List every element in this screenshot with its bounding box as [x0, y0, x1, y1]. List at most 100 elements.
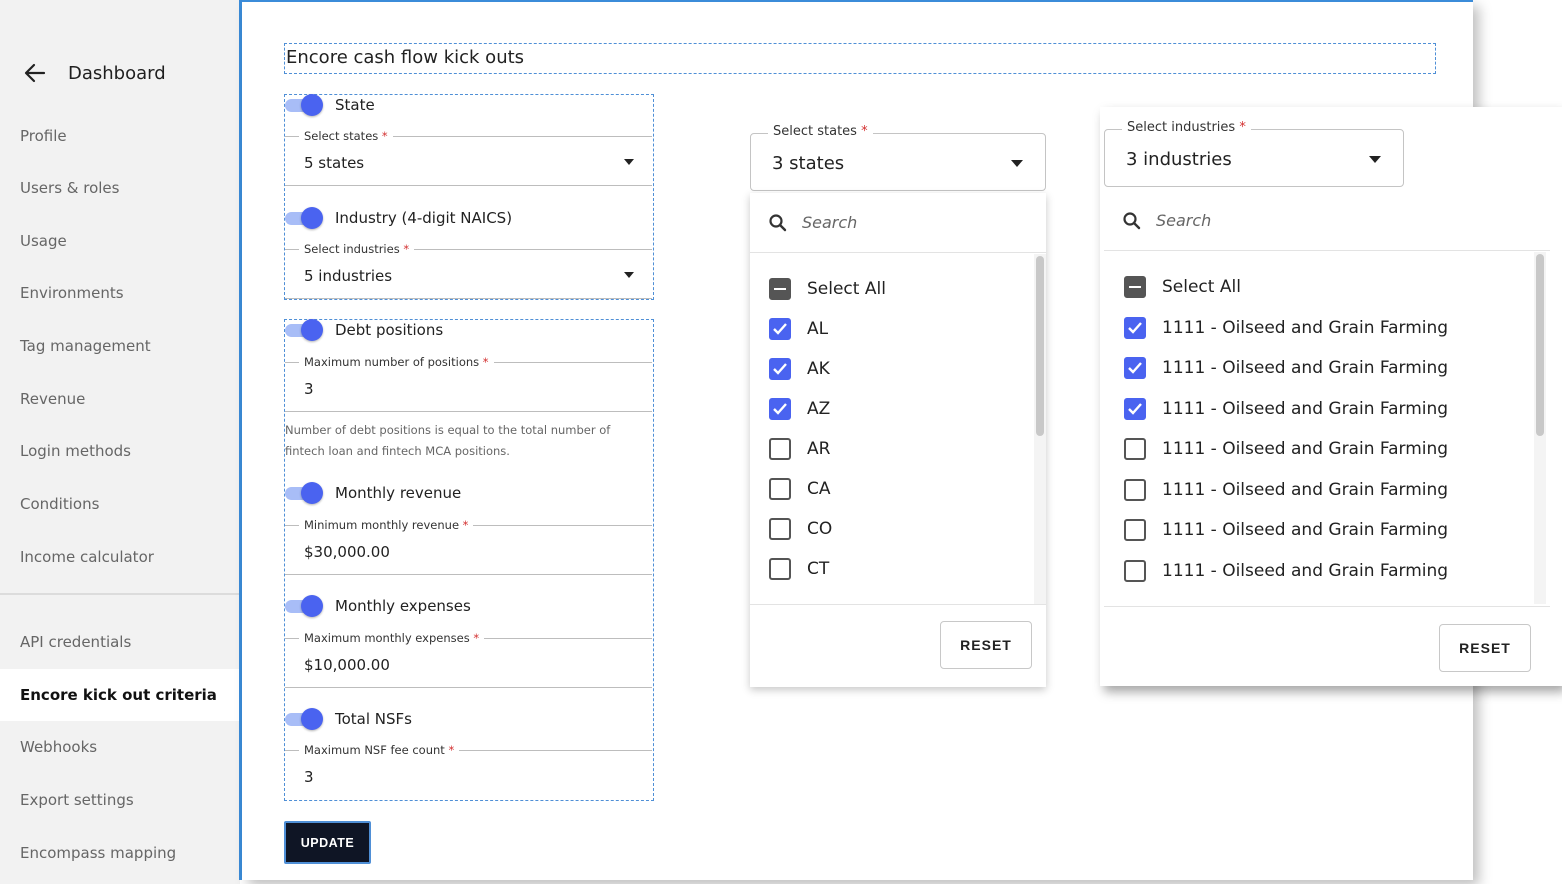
sidebar-item-income-calculator[interactable]: Income calculator	[0, 531, 239, 583]
search-icon	[1123, 211, 1141, 229]
industry-option[interactable]: 1111 - Oilseed and Grain Farming	[1124, 395, 1448, 423]
industry-option[interactable]: 1111 - Oilseed and Grain Farming	[1124, 314, 1448, 342]
monthly-revenue-toggle[interactable]	[285, 482, 325, 504]
state-option-al[interactable]: AL	[769, 315, 828, 343]
sidebar-item-tag-management[interactable]: Tag management	[0, 320, 239, 372]
industries-search-input[interactable]: Search	[1104, 191, 1550, 251]
min-monthly-revenue-label: Minimum monthly revenue *	[299, 518, 474, 532]
industries-select-all[interactable]: Select All	[1124, 273, 1241, 301]
states-select-field[interactable]: Select states * 5 states	[285, 129, 652, 186]
industries-dropdown-select[interactable]: Select industries * 3 industries	[1104, 120, 1404, 187]
state-option-label: AK	[807, 359, 830, 379]
states-reset-button[interactable]: RESET	[940, 621, 1032, 669]
checkbox-checked-icon[interactable]	[769, 398, 791, 420]
state-toggle-row: State	[285, 94, 375, 116]
industry-toggle[interactable]	[285, 207, 325, 229]
sidebar-item-users-roles[interactable]: Users & roles	[0, 162, 239, 214]
sidebar-item-usage[interactable]: Usage	[0, 215, 239, 267]
sidebar-item-encore-kick-out-criteria[interactable]: Encore kick out criteria	[0, 669, 239, 721]
indeterminate-checkbox-icon[interactable]	[1124, 276, 1146, 298]
sidebar-item-environments[interactable]: Environments	[0, 267, 239, 319]
states-scrollbar[interactable]	[1034, 254, 1046, 604]
checkbox-unchecked-icon[interactable]	[1124, 560, 1146, 582]
update-button[interactable]: UPDATE	[284, 821, 371, 864]
sidebar-item-encompass-mapping[interactable]: Encompass mapping	[0, 827, 239, 879]
state-option-ak[interactable]: AK	[769, 355, 830, 383]
state-option-label: AL	[807, 319, 829, 339]
caret-down-icon	[624, 159, 634, 165]
max-monthly-expenses-field[interactable]: Maximum monthly expenses * $10,000.00	[285, 631, 652, 688]
states-scrollbar-thumb[interactable]	[1036, 256, 1044, 436]
max-nsf-count-value: 3	[304, 768, 314, 786]
state-option-ar[interactable]: AR	[769, 435, 830, 463]
industries-field-label: Select industries *	[299, 242, 415, 256]
checkbox-unchecked-icon[interactable]	[1124, 519, 1146, 541]
states-select-all[interactable]: Select All	[769, 275, 886, 303]
checkbox-unchecked-icon[interactable]	[1124, 479, 1146, 501]
states-search-input[interactable]: Search	[750, 193, 1046, 253]
checkbox-checked-icon[interactable]	[769, 318, 791, 340]
sidebar-item-conditions[interactable]: Conditions	[0, 478, 239, 530]
sidebar-item-profile[interactable]: Profile	[0, 110, 239, 162]
debt-positions-toggle[interactable]	[285, 319, 325, 341]
state-option-az[interactable]: AZ	[769, 395, 830, 423]
checkbox-checked-icon[interactable]	[1124, 317, 1146, 339]
industry-option[interactable]: 1111 - Oilseed and Grain Farming	[1124, 435, 1448, 463]
states-dropdown-panel: Search Select All AL AK AZ AR CA CO CT R…	[750, 193, 1046, 687]
total-nsfs-label: Total NSFs	[335, 710, 412, 728]
sidebar-item-export-settings[interactable]: Export settings	[0, 774, 239, 826]
industries-panel-footer: RESET	[1104, 606, 1550, 686]
min-monthly-revenue-value: $30,000.00	[304, 543, 390, 561]
states-field-label: Select states *	[299, 129, 393, 143]
arrow-left-icon[interactable]	[22, 60, 48, 86]
states-dropdown-select[interactable]: Select states * 3 states	[750, 124, 1046, 191]
industries-dropdown-label: Select industries *	[1122, 120, 1251, 135]
checkbox-checked-icon[interactable]	[769, 358, 791, 380]
industry-option[interactable]: 1111 - Oilseed and Grain Farming	[1124, 476, 1448, 504]
nsf-toggle-row: Total NSFs	[285, 708, 412, 730]
max-monthly-expenses-value: $10,000.00	[304, 656, 390, 674]
min-monthly-revenue-field[interactable]: Minimum monthly revenue * $30,000.00	[285, 518, 652, 575]
checkbox-checked-icon[interactable]	[1124, 357, 1146, 379]
monthly-expenses-label: Monthly expenses	[335, 597, 471, 615]
states-panel-footer: RESET	[750, 604, 1046, 687]
total-nsfs-toggle[interactable]	[285, 708, 325, 730]
industries-scrollbar[interactable]	[1534, 252, 1546, 604]
industry-option-label: 1111 - Oilseed and Grain Farming	[1162, 439, 1449, 459]
caret-down-icon	[1011, 160, 1023, 167]
search-icon	[769, 213, 787, 231]
checkbox-checked-icon[interactable]	[1124, 398, 1146, 420]
sidebar-back-label[interactable]: Dashboard	[68, 63, 166, 84]
industry-option[interactable]: 1111 - Oilseed and Grain Farming	[1124, 354, 1448, 382]
state-option-ct[interactable]: CT	[769, 555, 829, 583]
sidebar-item-webhooks[interactable]: Webhooks	[0, 721, 239, 773]
state-option-co[interactable]: CO	[769, 515, 832, 543]
state-toggle-label: State	[335, 96, 375, 114]
sidebar-item-api-credentials[interactable]: API credentials	[0, 616, 239, 668]
caret-down-icon	[1369, 156, 1381, 163]
max-positions-field[interactable]: Maximum number of positions * 3	[285, 355, 652, 412]
indeterminate-checkbox-icon[interactable]	[769, 278, 791, 300]
monthly-expenses-toggle[interactable]	[285, 595, 325, 617]
state-toggle[interactable]	[285, 94, 325, 116]
states-search-placeholder: Search	[802, 213, 858, 232]
checkbox-unchecked-icon[interactable]	[769, 478, 791, 500]
state-option-ca[interactable]: CA	[769, 475, 831, 503]
industries-select-field[interactable]: Select industries * 5 industries	[285, 242, 652, 299]
industries-reset-button[interactable]: RESET	[1439, 624, 1531, 672]
industry-option[interactable]: 1111 - Oilseed and Grain Farming	[1124, 516, 1448, 544]
checkbox-unchecked-icon[interactable]	[769, 518, 791, 540]
industries-scrollbar-thumb[interactable]	[1536, 254, 1544, 436]
max-nsf-count-field[interactable]: Maximum NSF fee count * 3	[285, 743, 652, 800]
industry-option-label: 1111 - Oilseed and Grain Farming	[1162, 358, 1449, 378]
debt-positions-helper-text: Number of debt positions is equal to the…	[285, 423, 611, 458]
checkbox-unchecked-icon[interactable]	[769, 558, 791, 580]
sidebar-item-revenue[interactable]: Revenue	[0, 373, 239, 425]
checkbox-unchecked-icon[interactable]	[1124, 438, 1146, 460]
states-field-value: 5 states	[304, 154, 365, 172]
industry-option[interactable]: 1111 - Oilseed and Grain Farming	[1124, 557, 1448, 585]
checkbox-unchecked-icon[interactable]	[769, 438, 791, 460]
max-nsf-count-label: Maximum NSF fee count *	[299, 743, 460, 757]
industry-option-label: 1111 - Oilseed and Grain Farming	[1162, 561, 1449, 581]
sidebar-item-login-methods[interactable]: Login methods	[0, 425, 239, 477]
